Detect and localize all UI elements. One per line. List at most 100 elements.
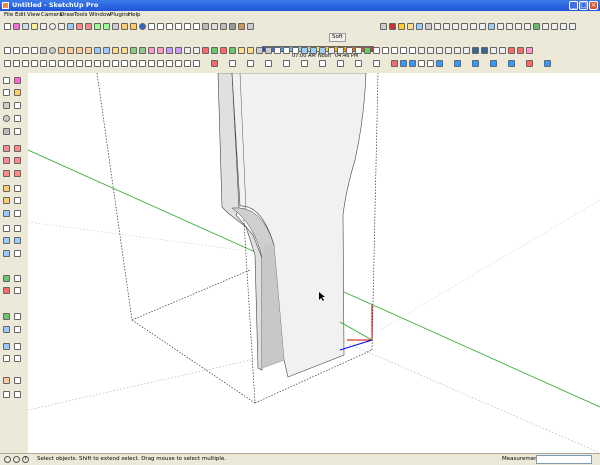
- materials-icon[interactable]: [461, 23, 468, 30]
- hash-2-icon[interactable]: [265, 60, 272, 67]
- subdivide-icon[interactable]: [121, 47, 128, 54]
- look-around-icon[interactable]: [14, 275, 21, 282]
- back-view-icon[interactable]: [184, 23, 191, 30]
- circle-dots-2-icon[interactable]: [391, 47, 398, 54]
- menu-edit[interactable]: Edit: [15, 12, 26, 18]
- chain-icon[interactable]: [526, 47, 533, 54]
- asterisk-icon[interactable]: [283, 60, 290, 67]
- cross-2-icon[interactable]: [337, 60, 344, 67]
- paint-bucket-icon[interactable]: [130, 23, 137, 30]
- arrow-3-icon[interactable]: [436, 60, 443, 67]
- frame-14-icon[interactable]: [193, 60, 200, 67]
- tree-icon[interactable]: [211, 47, 218, 54]
- offset-icon[interactable]: [112, 23, 119, 30]
- share-model-icon[interactable]: [3, 377, 10, 384]
- xray-icon[interactable]: [202, 23, 209, 30]
- house-icon[interactable]: [434, 23, 441, 30]
- hash-icon[interactable]: [247, 60, 254, 67]
- loft-icon[interactable]: [103, 47, 110, 54]
- sandbox-from-scratch-icon[interactable]: [14, 313, 21, 320]
- arrow-8-icon[interactable]: [544, 60, 551, 67]
- styles-icon[interactable]: [452, 23, 459, 30]
- frame-4-icon[interactable]: [103, 60, 110, 67]
- soften-icon[interactable]: [497, 23, 504, 30]
- intersect-icon[interactable]: [346, 47, 353, 54]
- arrow-5-icon[interactable]: [472, 60, 479, 67]
- sandbox-from-contours-icon[interactable]: [3, 313, 10, 320]
- google-earth-icon[interactable]: [3, 391, 10, 398]
- geo-location-icon[interactable]: [4, 456, 11, 463]
- explode-icon[interactable]: [319, 47, 326, 54]
- top-view-icon[interactable]: [157, 23, 164, 30]
- menu-draw[interactable]: Draw: [60, 12, 74, 18]
- follow-me-icon[interactable]: [85, 47, 92, 54]
- frame-2-icon[interactable]: [85, 60, 92, 67]
- smoove-icon[interactable]: [3, 326, 10, 333]
- wireframe-icon[interactable]: [211, 23, 218, 30]
- cross-4-icon[interactable]: [373, 60, 380, 67]
- panel-8-icon[interactable]: [481, 47, 488, 54]
- move-icon[interactable]: [3, 145, 10, 152]
- eraser-icon[interactable]: [13, 23, 20, 30]
- rotate-icon[interactable]: [85, 23, 92, 30]
- measurements-input[interactable]: [536, 455, 592, 464]
- position-camera-icon[interactable]: [3, 287, 10, 294]
- zoom-icon[interactable]: [3, 237, 10, 244]
- figure-pose-icon[interactable]: [211, 60, 218, 67]
- rectangle-icon[interactable]: [3, 102, 10, 109]
- rotate-icon[interactable]: [3, 157, 10, 164]
- wave-icon[interactable]: [22, 47, 29, 54]
- figure-icon[interactable]: [202, 47, 209, 54]
- menu-file[interactable]: File: [4, 12, 13, 18]
- paint-bucket-icon[interactable]: [14, 89, 21, 96]
- node-icon[interactable]: [292, 47, 299, 54]
- menu-tools[interactable]: Tools: [74, 12, 88, 18]
- entity-info-icon[interactable]: [506, 23, 513, 30]
- minimize-button[interactable]: _: [569, 1, 578, 10]
- menu-plugins[interactable]: Plugins: [110, 12, 130, 18]
- panel-10-icon[interactable]: [499, 47, 506, 54]
- warehouse-icon[interactable]: [533, 23, 540, 30]
- redo-icon[interactable]: [103, 23, 110, 30]
- panel-1-icon[interactable]: [418, 47, 425, 54]
- close-button[interactable]: ×: [589, 1, 598, 10]
- protractor-icon[interactable]: [3, 197, 10, 204]
- diagonal-icon[interactable]: [22, 60, 29, 67]
- frame-3-icon[interactable]: [94, 60, 101, 67]
- freehand-icon[interactable]: [14, 128, 21, 135]
- menu-view[interactable]: View: [27, 12, 40, 18]
- pencil-icon[interactable]: [22, 23, 29, 30]
- push-pull-icon[interactable]: [14, 145, 21, 152]
- text-icon[interactable]: [14, 197, 21, 204]
- tape-measure-icon[interactable]: [121, 23, 128, 30]
- panel-5-icon[interactable]: [454, 47, 461, 54]
- follow-me-icon[interactable]: [14, 157, 21, 164]
- fog-icon[interactable]: [479, 23, 486, 30]
- eraser-icon[interactable]: [14, 77, 21, 84]
- square-tool-icon[interactable]: [13, 60, 20, 67]
- frame-5-icon[interactable]: [112, 60, 119, 67]
- array-icon[interactable]: [193, 47, 200, 54]
- freehand-icon[interactable]: [4, 47, 11, 54]
- move-icon[interactable]: [76, 23, 83, 30]
- frame-7-icon[interactable]: [130, 60, 137, 67]
- scale-icon[interactable]: [3, 170, 10, 177]
- layers-icon[interactable]: [416, 23, 423, 30]
- panel-2-icon[interactable]: [427, 47, 434, 54]
- circle-outline-icon[interactable]: [373, 47, 380, 54]
- credits-icon[interactable]: [13, 456, 20, 463]
- arrow-4-icon[interactable]: [454, 60, 461, 67]
- drape-icon[interactable]: [3, 343, 10, 350]
- iso-view-icon[interactable]: [148, 23, 155, 30]
- line-tool-icon[interactable]: [4, 60, 11, 67]
- hidden-line-icon[interactable]: [220, 23, 227, 30]
- menu-window[interactable]: Window: [89, 12, 111, 18]
- diamond-icon[interactable]: [274, 47, 281, 54]
- preferences-icon[interactable]: [524, 23, 531, 30]
- shaded-icon[interactable]: [229, 23, 236, 30]
- arc-icon[interactable]: [14, 115, 21, 122]
- mirror-icon[interactable]: [184, 47, 191, 54]
- frame-6-icon[interactable]: [121, 60, 128, 67]
- arrow-icon[interactable]: [418, 60, 425, 67]
- rectangle-icon[interactable]: [40, 23, 47, 30]
